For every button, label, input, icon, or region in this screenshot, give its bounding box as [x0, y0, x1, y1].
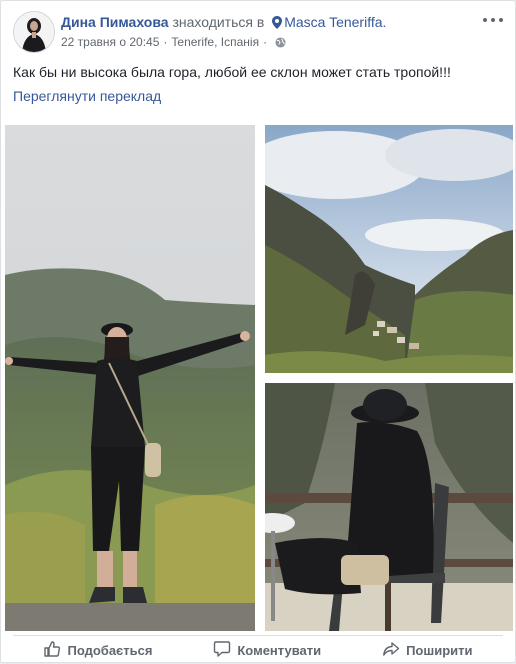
post-meta: 22 травня о 20:45 · Tenerife, Іспанія ·: [61, 35, 286, 51]
post-text: Как бы ни высока была гора, любой ее скл…: [13, 64, 451, 80]
photo-canyon-village[interactable]: [265, 125, 513, 373]
photo-woman-mountain[interactable]: [5, 125, 255, 631]
post-actions: Подобається Коментувати Поширити: [13, 635, 503, 664]
author-line: Дина Пимахова знаходиться в Masca Teneri…: [61, 14, 386, 32]
see-translation-link[interactable]: Переглянути переклад: [13, 88, 161, 104]
comment-icon: [213, 640, 237, 661]
author-name[interactable]: Дина Пимахова: [61, 14, 169, 30]
thumbs-up-icon: [43, 640, 67, 661]
share-label: Поширити: [406, 642, 473, 658]
photo-woman-balcony[interactable]: [265, 383, 513, 631]
place-link[interactable]: Masca Teneriffa.: [284, 14, 386, 30]
post-header: Дина Пимахова знаходиться в Masca Teneri…: [13, 11, 503, 55]
comment-label: Коментувати: [237, 642, 322, 658]
like-label: Подобається: [67, 642, 153, 658]
globe-icon[interactable]: [275, 37, 286, 51]
share-button[interactable]: Поширити: [382, 638, 472, 662]
post-location[interactable]: Tenerife, Іспанія: [171, 35, 259, 49]
share-icon: [382, 640, 406, 661]
author-avatar[interactable]: [13, 11, 55, 53]
like-button[interactable]: Подобається: [43, 638, 152, 662]
post-date[interactable]: 22 травня о 20:45: [61, 35, 159, 49]
location-pin-icon: [272, 16, 283, 32]
more-options-icon[interactable]: [483, 13, 503, 27]
post-card: Дина Пимахова знаходиться в Masca Teneri…: [0, 0, 516, 663]
comment-button[interactable]: Коментувати: [213, 638, 321, 662]
is-at-text: знаходиться в: [172, 14, 265, 30]
